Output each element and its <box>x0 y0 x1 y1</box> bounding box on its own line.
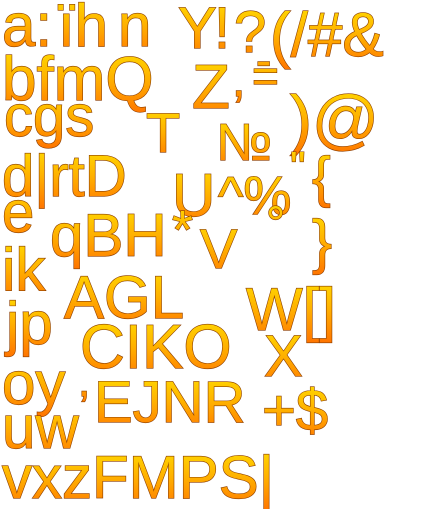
glyph-run: , <box>78 357 90 406</box>
glyph-run: - <box>256 34 271 86</box>
glyph-run: EJNR <box>94 370 245 435</box>
glyph-run: ! <box>214 0 230 61</box>
glyph-run: vxzFMPS| <box>2 444 274 509</box>
glyph-run: Y <box>178 0 217 61</box>
glyph-run: T <box>146 101 180 164</box>
glyph-run: № <box>216 114 272 172</box>
glyph-run: cgs <box>4 84 94 149</box>
glyph-layer: a: ïh n Y ! ? (/#& bfmQ Z , = - cgs T № … <box>1 0 384 509</box>
glyph-run: qBH <box>50 202 167 269</box>
glyph-run: Z <box>192 53 230 122</box>
glyph-canvas: a: ïh n Y ! ? (/#& bfmQ Z , = - cgs T № … <box>1 0 384 509</box>
glyph-run: V <box>200 217 238 280</box>
glyph-run: , <box>232 54 245 107</box>
glyph-run: { <box>312 145 331 208</box>
glyph-run: jp <box>4 290 53 357</box>
glyph-sheet: a: ïh n Y ! ? (/#& bfmQ Z , = - cgs T № … <box>0 0 428 509</box>
glyph-run: +$ <box>262 378 328 443</box>
glyph-run: " <box>290 143 306 192</box>
glyph-run: ° <box>266 198 285 251</box>
glyph-run: } <box>312 208 332 275</box>
glyph-run: (/#& <box>270 1 384 70</box>
glyph-run: * <box>172 200 193 260</box>
